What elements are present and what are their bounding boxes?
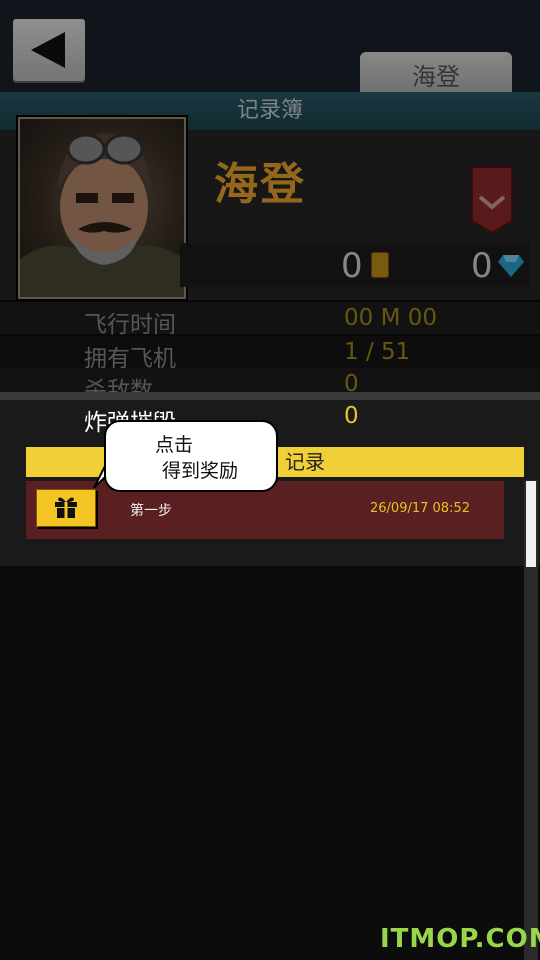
record-title: 第一步 bbox=[130, 503, 172, 519]
dim-overlay bbox=[0, 0, 540, 400]
records-header-label: 记录 bbox=[285, 450, 325, 474]
claim-reward-button[interactable] bbox=[36, 489, 96, 527]
gift-icon bbox=[55, 497, 77, 518]
divider bbox=[0, 392, 540, 400]
stat-value: 0 bbox=[344, 403, 359, 429]
record-date: 26/09/17 08:52 bbox=[370, 501, 470, 516]
watermark: ITMOP.COM bbox=[380, 924, 540, 954]
tooltip-line-1: 点击 bbox=[155, 434, 194, 456]
tooltip-line-2: 得到奖励 bbox=[162, 460, 239, 482]
scrollbar-thumb[interactable] bbox=[526, 481, 536, 567]
